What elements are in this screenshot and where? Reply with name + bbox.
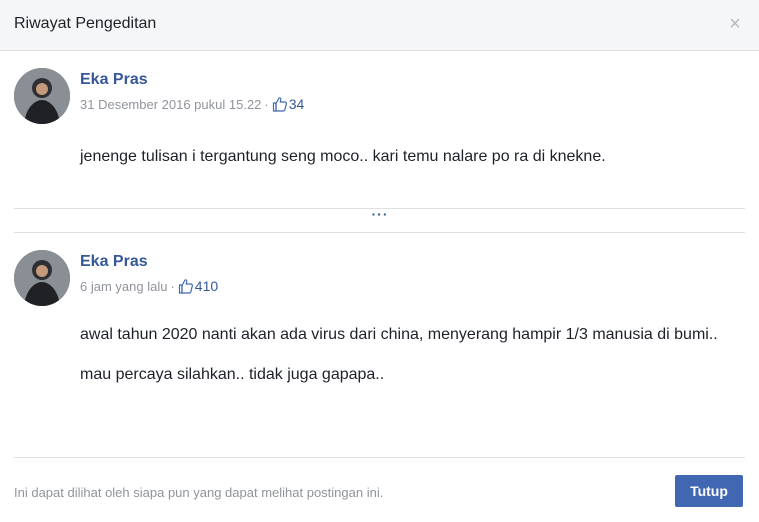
author-name[interactable]: Eka Pras	[80, 253, 148, 271]
post-text: jenenge tulisan i tergantung seng moco..…	[80, 146, 606, 168]
post-meta: 6 jam yang lalu · 410	[80, 278, 218, 294]
author-name[interactable]: Eka Pras	[80, 71, 148, 89]
post-text: awal tahun 2020 nanti akan ada virus dar…	[80, 324, 720, 386]
post-paragraph: mau percaya silahkan.. tidak juga gapapa…	[80, 366, 385, 383]
visibility-note: Ini dapat dilihat oleh siapa pun yang da…	[14, 485, 384, 500]
avatar[interactable]	[14, 250, 70, 306]
dialog-header: Riwayat Pengeditan ×	[0, 0, 759, 51]
like-count[interactable]: 34	[289, 96, 305, 112]
history-entry: Eka Pras 31 Desember 2016 pukul 15.22 · …	[14, 68, 745, 208]
like-count[interactable]: 410	[195, 278, 218, 294]
meta-separator: ·	[170, 278, 175, 294]
divider	[14, 232, 745, 233]
avatar-image	[14, 250, 70, 306]
post-paragraph: awal tahun 2020 nanti akan ada virus dar…	[80, 326, 718, 343]
post-paragraph: jenenge tulisan i tergantung seng moco..…	[80, 148, 606, 165]
thumbs-up-icon	[178, 279, 193, 294]
meta-separator: ·	[264, 96, 269, 112]
history-entry: Eka Pras 6 jam yang lalu · 410 awal tahu…	[14, 250, 745, 440]
timestamp[interactable]: 31 Desember 2016 pukul 15.22	[80, 97, 261, 112]
footer-divider	[14, 457, 745, 458]
close-icon[interactable]: ×	[725, 14, 745, 34]
more-history-dots[interactable]: ···	[370, 207, 390, 221]
timestamp[interactable]: 6 jam yang lalu	[80, 279, 167, 294]
avatar[interactable]	[14, 68, 70, 124]
edit-history-dialog: Riwayat Pengeditan × Eka Pras 31 Desembe…	[0, 0, 759, 522]
dialog-title: Riwayat Pengeditan	[14, 15, 157, 32]
close-button[interactable]: Tutup	[675, 475, 743, 507]
avatar-image	[14, 68, 70, 124]
post-meta: 31 Desember 2016 pukul 15.22 · 34	[80, 96, 304, 112]
thumbs-up-icon	[272, 97, 287, 112]
